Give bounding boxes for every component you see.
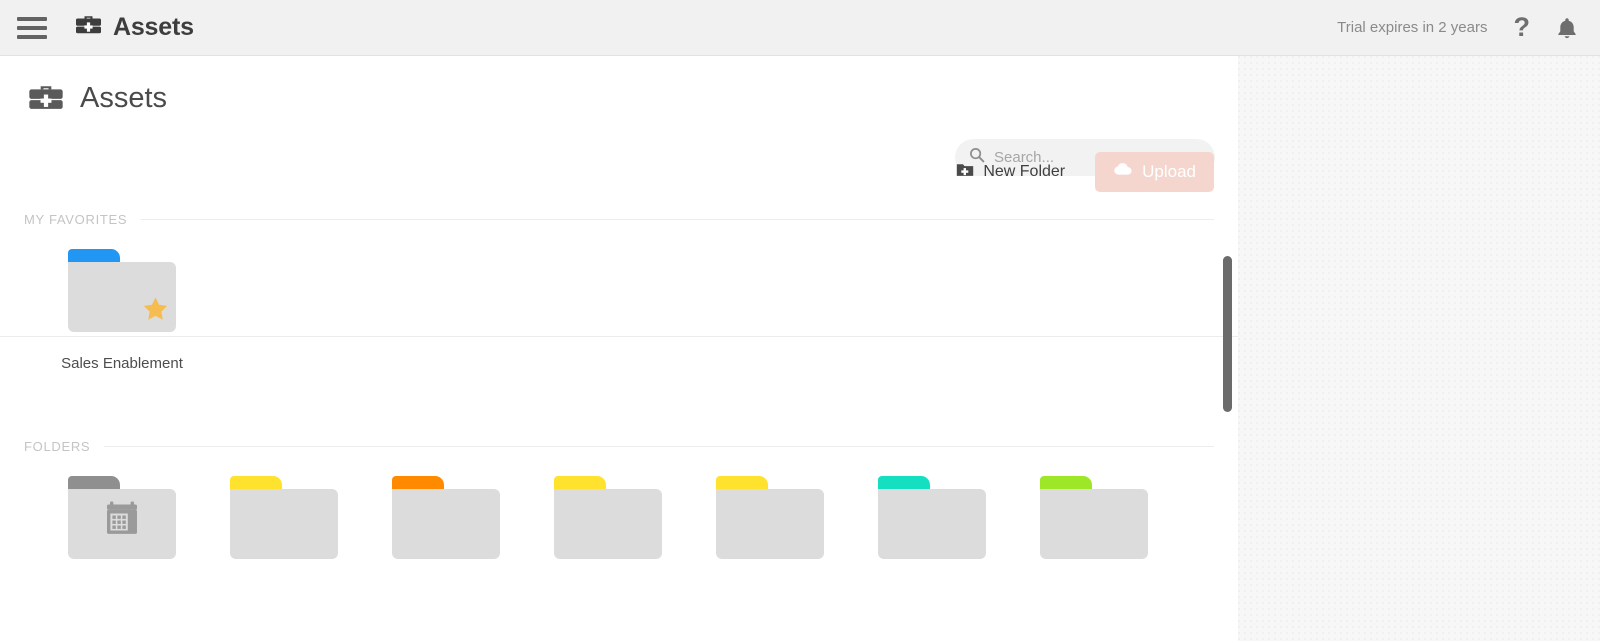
new-folder-label: New Folder xyxy=(983,163,1066,180)
brand[interactable]: Assets xyxy=(75,13,194,42)
vertical-scrollbar[interactable] xyxy=(1222,252,1234,641)
notification-bell-icon[interactable] xyxy=(1556,16,1578,40)
hamburger-bar xyxy=(17,16,47,21)
folder-icon xyxy=(392,476,500,560)
folder-tile-sales-enablement[interactable]: Sales Enablement xyxy=(41,227,203,375)
page-title: Assets xyxy=(80,81,168,114)
folder-icon xyxy=(554,476,662,560)
topbar-actions: Trial expires in 2 years ? xyxy=(1337,14,1578,41)
folder-icon xyxy=(230,476,338,560)
section-label: MY FAVORITES xyxy=(24,212,128,227)
panel-header: Assets xyxy=(0,56,1238,140)
folder-body xyxy=(392,489,500,560)
assets-panel: Assets New Fo xyxy=(0,56,1238,641)
section-divider xyxy=(104,446,1214,448)
favorites-grid: Sales Enablement xyxy=(0,227,1238,375)
trial-status-text: Trial expires in 2 years xyxy=(1337,19,1488,36)
folder-icon xyxy=(68,249,176,332)
upload-button[interactable]: Upload xyxy=(1095,152,1214,192)
folder-tile[interactable] xyxy=(41,476,203,579)
section-divider xyxy=(141,219,1214,220)
folder-icon xyxy=(1040,476,1148,560)
folder-tile[interactable] xyxy=(203,476,365,579)
folder-icon xyxy=(716,476,824,560)
assets-page: Assets Trial expires in 2 years ? Assets… xyxy=(0,0,1600,641)
hamburger-bar xyxy=(17,34,47,39)
briefcase-icon xyxy=(28,82,64,114)
folder-icon xyxy=(878,476,986,560)
folder-body xyxy=(1040,489,1148,560)
folders-grid xyxy=(0,454,1238,579)
folder-label: Sales Enablement xyxy=(61,355,183,372)
top-bar: Assets Trial expires in 2 years ? xyxy=(0,0,1600,56)
folder-tile[interactable] xyxy=(365,476,527,579)
hamburger-menu-icon[interactable] xyxy=(17,16,47,39)
folder-tile[interactable] xyxy=(527,476,689,579)
section-label: FOLDERS xyxy=(24,439,91,455)
folder-tile[interactable] xyxy=(851,476,1013,579)
briefcase-icon xyxy=(75,13,102,42)
section-header-folders: FOLDERS xyxy=(0,439,1238,454)
new-folder-button[interactable]: New Folder xyxy=(956,162,1065,183)
folder-plus-icon xyxy=(956,162,974,183)
folder-body xyxy=(716,489,824,560)
help-question-icon[interactable]: ? xyxy=(1514,14,1531,41)
assets-toolbar: New Folder Upload xyxy=(0,140,1238,337)
scrollbar-thumb[interactable] xyxy=(1223,256,1232,412)
folder-body xyxy=(554,489,662,560)
folder-body xyxy=(878,489,986,560)
star-icon xyxy=(142,296,169,327)
calendar-icon xyxy=(101,496,143,543)
section-header-favorites: MY FAVORITES xyxy=(0,212,1238,227)
folder-tile[interactable] xyxy=(1013,476,1175,579)
folder-tile[interactable] xyxy=(689,476,851,579)
hamburger-bar xyxy=(17,25,47,30)
cloud-upload-icon xyxy=(1113,162,1133,182)
upload-label: Upload xyxy=(1142,162,1196,181)
folder-icon xyxy=(68,476,176,560)
assets-content: MY FAVORITES Sales Enablement FOLDERS xyxy=(0,196,1238,641)
folder-body xyxy=(230,489,338,560)
brand-title: Assets xyxy=(113,13,194,41)
